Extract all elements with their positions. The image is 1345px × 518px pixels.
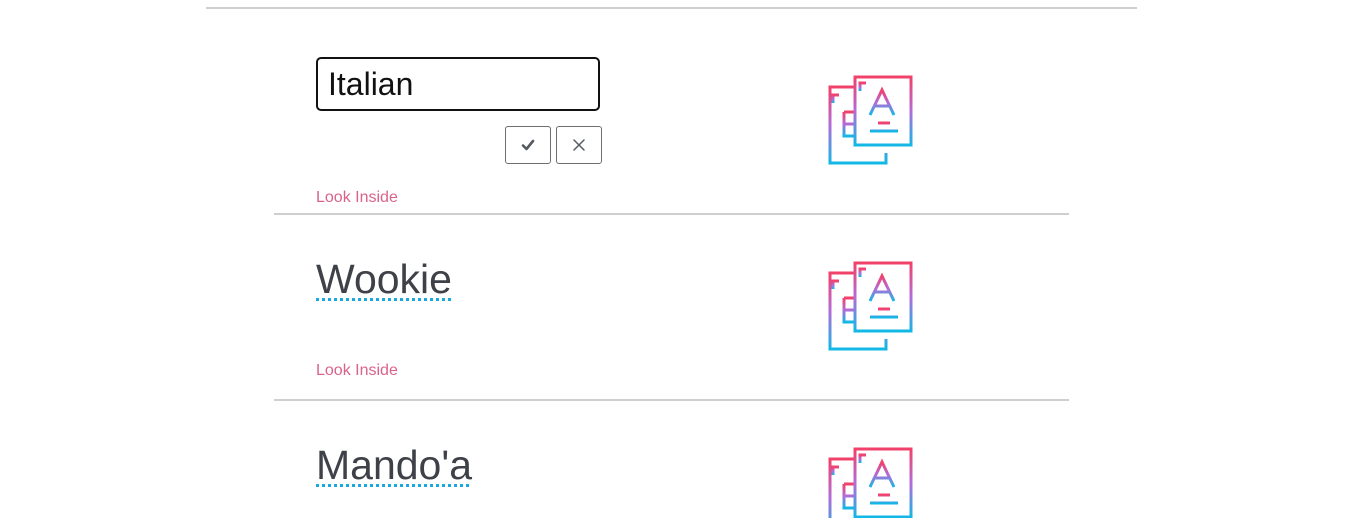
- look-inside-link[interactable]: Look Inside: [316, 189, 398, 207]
- language-name-input[interactable]: [316, 57, 600, 111]
- language-title[interactable]: Mando'a: [316, 442, 472, 488]
- close-icon: [573, 139, 585, 151]
- language-documents-icon[interactable]: [826, 75, 916, 168]
- language-documents-icon[interactable]: [826, 447, 916, 518]
- languages-page: Look Inside Wookie Look Inside Mando'a: [0, 0, 1345, 518]
- language-documents-icon[interactable]: [826, 261, 916, 354]
- check-icon: [521, 139, 535, 151]
- look-inside-link[interactable]: Look Inside: [316, 362, 398, 380]
- row-divider: [274, 213, 1069, 215]
- top-divider: [206, 7, 1137, 9]
- row-divider: [274, 399, 1069, 401]
- language-title[interactable]: Wookie: [316, 256, 452, 302]
- confirm-edit-button[interactable]: [505, 126, 551, 164]
- cancel-edit-button[interactable]: [556, 126, 602, 164]
